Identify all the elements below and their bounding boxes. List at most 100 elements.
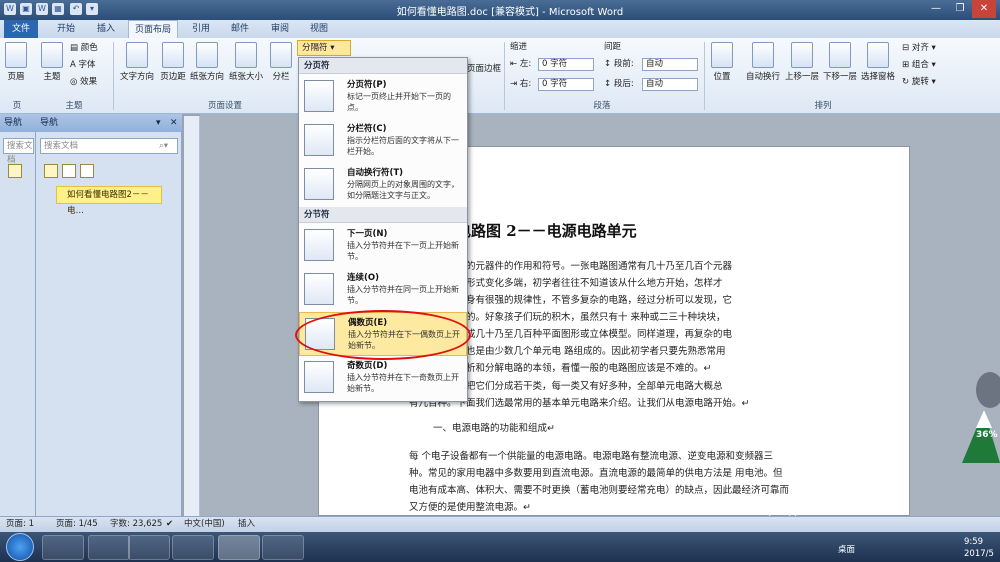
menu-section-page-breaks: 分页符 — [299, 58, 467, 74]
quick-access-dropdown-icon[interactable]: ▾ — [86, 3, 98, 15]
page-button[interactable]: 页眉 — [3, 42, 29, 94]
maximize-button[interactable]: ❐ — [948, 0, 972, 18]
send-backward-button[interactable]: 下移一层 — [820, 42, 860, 94]
rotate-button[interactable]: ↻ 旋转 ▾ — [902, 76, 936, 89]
size-button[interactable]: 纸张大小 — [226, 42, 266, 94]
nav-headings-tab-icon[interactable] — [8, 164, 22, 178]
taskbar-app-icon[interactable] — [128, 535, 170, 560]
document-heading: 懂电路图 2－－电源电路单元 — [441, 222, 637, 240]
tab-insert[interactable]: 插入 — [88, 20, 124, 38]
tab-references[interactable]: 引用 — [183, 20, 219, 38]
close-button[interactable]: ✕ — [972, 0, 996, 18]
odd-page-icon — [304, 361, 334, 393]
menu-item-odd-page[interactable]: 奇数页(D) 插入分节符并在下一奇数页上开始新节。 — [299, 356, 467, 400]
menu-item-page-break[interactable]: 分页符(P) 标记一页终止并开始下一页的点。 — [299, 75, 467, 119]
group-label-page-setup: 页面设置 — [207, 101, 242, 111]
tab-review[interactable]: 审阅 — [262, 20, 298, 38]
spacing-after-label: ↕ 段后: — [604, 79, 634, 89]
size-icon — [235, 42, 257, 68]
group-button[interactable]: ⊞ 组合 ▾ — [902, 59, 936, 72]
search-icon[interactable]: ⌕▾ — [159, 139, 168, 153]
ribbon-separator — [504, 42, 505, 110]
align-icon: ⊟ — [902, 43, 912, 53]
undo-icon[interactable]: ↶ — [70, 3, 82, 15]
menu-item-next-page[interactable]: 下一页(N) 插入分节符并在下一页上开始新节。 — [299, 224, 467, 268]
wrap-text-button[interactable]: 自动换行 — [740, 42, 786, 94]
menu-item-continuous[interactable]: 连续(O) 插入分节符并在同一页上开始新节。 — [299, 268, 467, 312]
nav-close-icon[interactable]: ✕ — [170, 114, 178, 132]
bring-forward-button[interactable]: 上移一层 — [782, 42, 822, 94]
proofing-icon[interactable]: ✔ — [166, 517, 173, 532]
status-language[interactable]: 中文(中国) — [184, 517, 225, 532]
minimize-button[interactable]: — — [924, 0, 948, 18]
clock-date[interactable]: 2017/5 — [964, 549, 994, 559]
desktop-label[interactable]: 桌面 — [838, 543, 855, 555]
columns-button[interactable]: 分栏 — [268, 42, 294, 94]
nav-dropdown-icon[interactable]: ▾ — [156, 114, 161, 132]
group-label-paragraph: 段落 — [593, 101, 611, 111]
word-app-icon[interactable]: W — [4, 3, 16, 15]
status-pages[interactable]: 页面: 1/45 — [56, 517, 98, 532]
position-icon — [711, 42, 733, 68]
fonts-button[interactable]: A 字体 — [70, 59, 96, 72]
menu-item-column-break[interactable]: 分栏符(C) 指示分栏符后面的文字将从下一栏开始。 — [299, 119, 467, 163]
spacing-before-input[interactable]: 自动 — [642, 58, 698, 71]
taskbar-ie-icon[interactable] — [42, 535, 84, 560]
margins-button[interactable]: 页边距 — [158, 42, 188, 94]
breaks-button[interactable]: 分隔符 ▾ — [297, 40, 351, 56]
status-mode[interactable]: 插入 — [238, 517, 255, 532]
rotate-icon: ↻ — [902, 77, 912, 87]
tab-file[interactable]: 文件 — [4, 20, 38, 38]
page-border-button[interactable]: 页面边框 — [466, 62, 502, 94]
nav-outer-search-input[interactable]: 搜索文档 — [3, 138, 34, 165]
nav-headings-tab-icon[interactable] — [44, 164, 58, 178]
wrap-text-icon — [752, 42, 774, 68]
nav-pages-tab-icon[interactable] — [62, 164, 76, 178]
selection-pane-button[interactable]: 选择窗格 — [858, 42, 898, 94]
indent-right-input[interactable]: 0 字符 — [538, 78, 594, 91]
status-words[interactable]: 字数: 23,625 — [110, 517, 162, 532]
nav-heading-item[interactable]: 如何看懂电路图2－－电… — [56, 186, 162, 216]
theme-button[interactable]: 主题 — [38, 42, 66, 94]
start-button-icon[interactable] — [6, 533, 34, 561]
effects-button[interactable]: ◎ 效果 — [70, 76, 97, 89]
window-title: 如何看懂电路图.doc [兼容模式] - Microsoft Word — [396, 7, 624, 18]
text-direction-button[interactable]: 文字方向 — [118, 42, 156, 94]
page-break-icon — [304, 80, 334, 112]
save-icon[interactable]: ▣ — [20, 3, 32, 15]
orientation-icon — [196, 42, 218, 68]
taskbar-explorer-icon[interactable] — [88, 535, 130, 560]
watermark-logo: Baidu经验 — [790, 476, 905, 501]
grid-icon[interactable]: ▦ — [52, 3, 64, 15]
tab-home[interactable]: 开始 — [48, 20, 84, 38]
align-button[interactable]: ⊟ 对齐 ▾ — [902, 42, 936, 55]
colors-button[interactable]: ▤ 颜色 — [70, 42, 98, 55]
title-bar: W ▣ W ▦ ↶ ▾ 如何看懂电路图.doc [兼容模式] - Microso… — [0, 0, 1000, 20]
menu-item-text-wrapping-break[interactable]: 自动换行符(T) 分隔网页上的对象周围的文字，如分隔题注文字与正文。 — [299, 163, 467, 207]
taskbar-word-icon[interactable] — [218, 535, 260, 560]
taskbar-tool-icon[interactable] — [262, 535, 304, 560]
status-page[interactable]: 页面: 1 — [6, 517, 34, 532]
nav-results-tab-icon[interactable] — [80, 164, 94, 178]
selection-pane-icon — [867, 42, 889, 68]
spacing-after-input[interactable]: 自动 — [642, 78, 698, 91]
clock-time[interactable]: 9:59 — [964, 537, 983, 547]
ribbon-separator — [704, 42, 705, 110]
columns-icon — [270, 42, 292, 68]
indent-left-input[interactable]: 0 字符 — [538, 58, 594, 71]
mascot-icon — [962, 372, 1000, 463]
effects-icon: ◎ — [70, 77, 81, 87]
orientation-button[interactable]: 纸张方向 — [188, 42, 226, 94]
word-doc-icon[interactable]: W — [36, 3, 48, 15]
indent-right-label: ⇥ 右: — [510, 79, 532, 89]
nav-search-input[interactable]: 搜索文档 ⌕▾ — [40, 138, 178, 154]
group-label-arrange: 排列 — [814, 101, 832, 111]
tab-page-layout[interactable]: 页面布局 — [128, 20, 178, 38]
position-button[interactable]: 位置 — [708, 42, 736, 94]
mascot-widget[interactable]: 36% — [962, 368, 1000, 478]
tab-view[interactable]: 视图 — [301, 20, 337, 38]
tab-mailings[interactable]: 邮件 — [222, 20, 258, 38]
taskbar-media-icon[interactable] — [172, 535, 214, 560]
column-break-icon — [304, 124, 334, 156]
theme-icon — [41, 42, 63, 68]
